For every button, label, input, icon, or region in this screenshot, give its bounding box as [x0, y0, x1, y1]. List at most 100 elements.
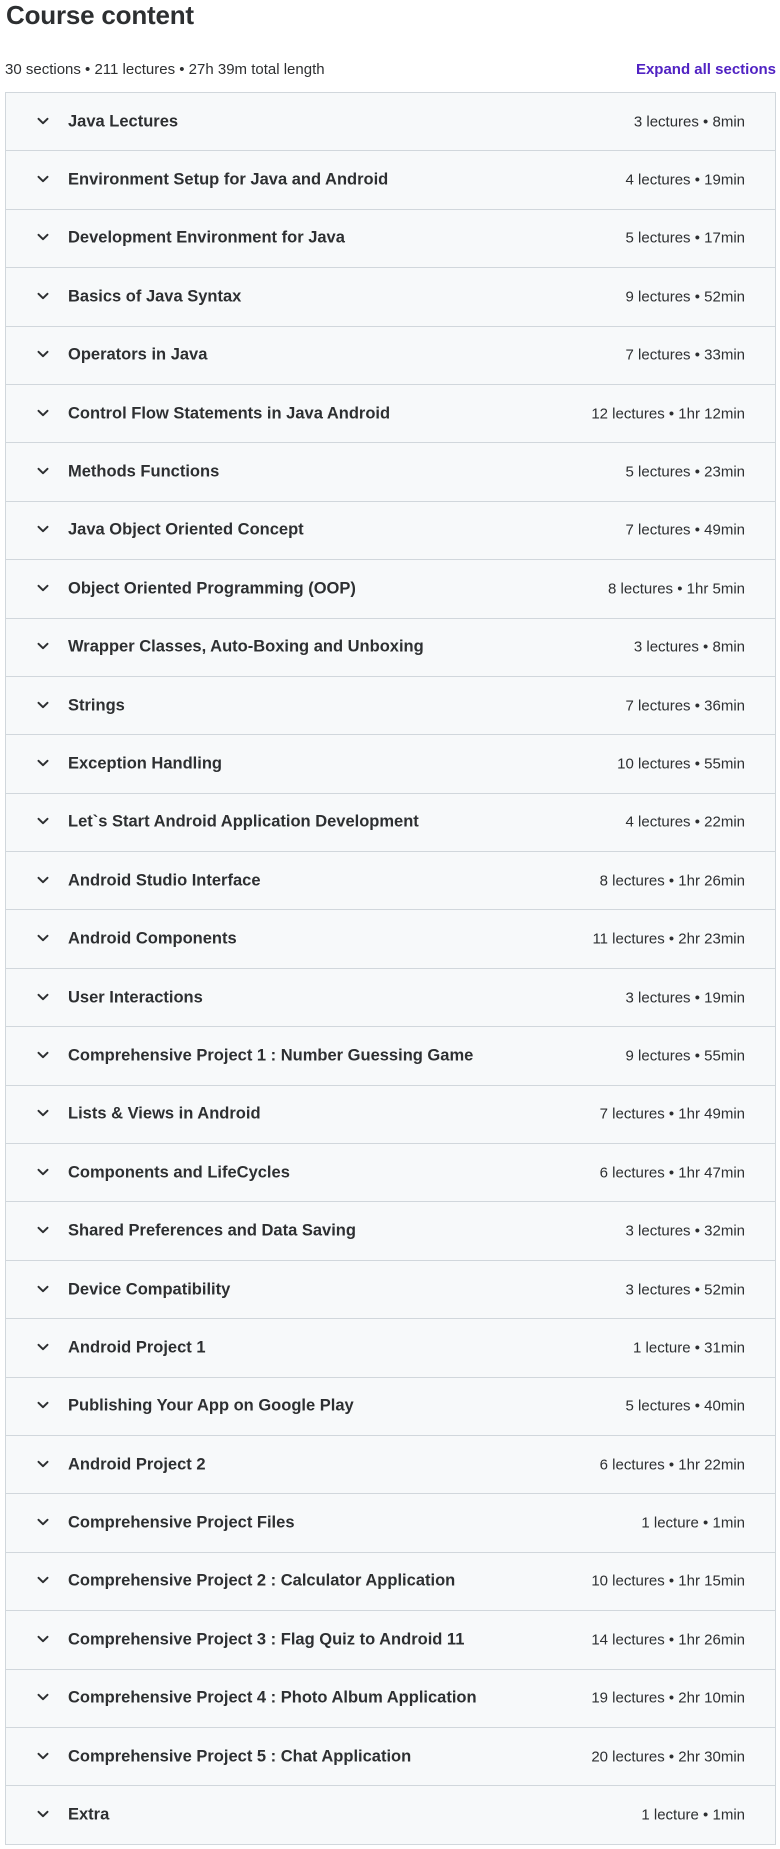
section-title: Comprehensive Project Files — [68, 1513, 295, 1532]
section-title: Extra — [68, 1805, 110, 1824]
chevron-down-icon — [37, 757, 49, 769]
section-lecture-count: 10 lectures • 1hr 15min — [591, 1572, 745, 1590]
section-lecture-count: 9 lectures • 55min — [625, 1047, 745, 1065]
section-title: Components and LifeCycles — [68, 1163, 290, 1182]
course-summary: 30 sections • 211 lectures • 27h 39m tot… — [5, 61, 325, 78]
chevron-down-icon — [37, 1399, 49, 1411]
section-lecture-count: 9 lectures • 52min — [625, 288, 745, 306]
section-lecture-count: 5 lectures • 40min — [625, 1397, 745, 1415]
section-lecture-count: 20 lectures • 2hr 30min — [591, 1748, 745, 1766]
section-title: Android Components — [68, 929, 237, 948]
section-title: Object Oriented Programming (OOP) — [68, 579, 356, 598]
section-lecture-count: 10 lectures • 55min — [617, 755, 745, 773]
section-header[interactable]: Extra 1 lecture • 1min — [6, 1786, 775, 1845]
section-header[interactable]: Shared Preferences and Data Saving 3 lect… — [6, 1202, 775, 1261]
section-header[interactable]: Operators in Java 7 lectures • 33min — [6, 326, 775, 385]
section-title: Exception Handling — [68, 754, 223, 773]
section-lecture-count: 7 lectures • 33min — [625, 346, 745, 364]
chevron-down-icon — [37, 815, 49, 827]
chevron-down-icon — [37, 1691, 49, 1703]
section-header[interactable]: Lists & Views in Android 7 lectures • 1hr… — [6, 1085, 775, 1145]
chevron-down-icon — [37, 1166, 49, 1178]
section-header[interactable]: Components and LifeCycles 6 lectures • 1h… — [6, 1144, 775, 1203]
chevron-down-icon — [37, 1224, 49, 1236]
chevron-down-icon — [37, 290, 49, 302]
chevron-down-icon — [37, 874, 49, 886]
section-lecture-count: 7 lectures • 1hr 49min — [599, 1105, 745, 1123]
section-title: Java Object Oriented Concept — [68, 520, 304, 539]
chevron-down-icon — [37, 1633, 49, 1645]
section-header[interactable]: Let`s Start Android Application Developm… — [6, 793, 775, 853]
section-header[interactable]: Comprehensive Project 3 : Flag Quiz to A… — [6, 1611, 775, 1670]
section-lecture-count: 14 lectures • 1hr 26min — [591, 1631, 745, 1649]
section-header[interactable]: Strings 7 lectures • 36min — [6, 676, 775, 736]
section-title: Let`s Start Android Application Developm… — [68, 812, 419, 831]
chevron-down-icon — [37, 465, 49, 477]
section-header[interactable]: Methods Functions 5 lectures • 23min — [6, 443, 775, 502]
section-header[interactable]: Comprehensive Project 4 : Photo Album Ap… — [6, 1669, 775, 1728]
section-lecture-count: 3 lectures • 8min — [633, 113, 745, 131]
chevron-down-icon — [37, 115, 49, 127]
section-header[interactable]: Java Object Oriented Concept 7 lectures •… — [6, 501, 775, 561]
chevron-down-icon — [37, 582, 49, 594]
section-lecture-count: 3 lectures • 32min — [625, 1222, 745, 1240]
section-header[interactable]: Basics of Java Syntax 9 lectures • 52min — [6, 268, 775, 327]
chevron-down-icon — [37, 1458, 49, 1470]
section-lecture-count: 7 lectures • 36min — [625, 697, 745, 715]
section-header[interactable]: Publishing Your App on Google Play 5 lect… — [6, 1377, 775, 1436]
section-header[interactable]: Java Lectures 3 lectures • 8min — [6, 93, 775, 152]
section-header[interactable]: Exception Handling 10 lectures • 55min — [6, 735, 775, 794]
section-header[interactable]: Comprehensive Project 1 : Number Guessin… — [6, 1027, 775, 1086]
section-header[interactable]: Android Components 11 lectures • 2hr 23mi… — [6, 910, 775, 969]
section-lecture-count: 6 lectures • 1hr 22min — [599, 1456, 745, 1474]
section-lecture-count: 11 lectures • 2hr 23min — [592, 930, 745, 948]
chevron-down-icon — [37, 1049, 49, 1061]
section-header[interactable]: User Interactions 3 lectures • 19min — [6, 968, 775, 1028]
chevron-down-icon — [37, 699, 49, 711]
section-title: Basics of Java Syntax — [68, 287, 242, 306]
section-header[interactable]: Device Compatibility 3 lectures • 52min — [6, 1260, 775, 1320]
section-lecture-count: 3 lectures • 19min — [625, 989, 745, 1007]
section-title: Comprehensive Project 4 : Photo Album Ap… — [68, 1688, 477, 1707]
section-title: Comprehensive Project 2 : Calculator App… — [68, 1571, 456, 1590]
sections-accordion: Java Lectures 3 lectures • 8min Environmen… — [5, 92, 776, 1845]
section-header[interactable]: Android Project 1 1 lecture • 31min — [6, 1319, 775, 1378]
section-lecture-count: 5 lectures • 17min — [625, 229, 745, 247]
chevron-down-icon — [37, 407, 49, 419]
chevron-down-icon — [37, 991, 49, 1003]
chevron-down-icon — [37, 1516, 49, 1528]
section-title: Shared Preferences and Data Saving — [68, 1221, 356, 1240]
section-lecture-count: 8 lectures • 1hr 5min — [608, 580, 745, 598]
section-header[interactable]: Comprehensive Project Files 1 lecture • 1… — [6, 1494, 775, 1553]
chevron-down-icon — [37, 173, 49, 185]
chevron-down-icon — [37, 523, 49, 535]
chevron-down-icon — [37, 1808, 49, 1820]
section-lecture-count: 1 lecture • 1min — [641, 1514, 745, 1532]
section-lecture-count: 1 lecture • 31min — [633, 1339, 745, 1357]
section-title: Android Project 1 — [68, 1338, 206, 1357]
section-lecture-count: 6 lectures • 1hr 47min — [599, 1164, 745, 1182]
section-header[interactable]: Android Project 2 6 lectures • 1hr 22min — [6, 1435, 775, 1495]
section-header[interactable]: Android Studio Interface 8 lectures • 1hr… — [6, 852, 775, 911]
section-lecture-count: 4 lectures • 22min — [625, 813, 745, 831]
section-title: Wrapper Classes, Auto-Boxing and Unboxin… — [68, 637, 424, 656]
section-header[interactable]: Wrapper Classes, Auto-Boxing and Unboxin… — [6, 618, 775, 677]
section-title: Comprehensive Project 5 : Chat Applicati… — [68, 1747, 412, 1766]
section-title: Android Studio Interface — [68, 871, 261, 890]
chevron-down-icon — [37, 1107, 49, 1119]
section-header[interactable]: Object Oriented Programming (OOP) 8 lectu… — [6, 560, 775, 619]
section-header[interactable]: Comprehensive Project 2 : Calculator App… — [6, 1552, 775, 1612]
chevron-down-icon — [37, 1574, 49, 1586]
section-lecture-count: 5 lectures • 23min — [625, 463, 745, 481]
section-title: Android Project 2 — [68, 1455, 206, 1474]
section-title: Comprehensive Project 1 : Number Guessin… — [68, 1046, 474, 1065]
chevron-down-icon — [37, 932, 49, 944]
course-summary-bar: 30 sections • 211 lectures • 27h 39m tot… — [5, 60, 776, 80]
section-header[interactable]: Development Environment for Java 5 lectur… — [6, 209, 775, 269]
expand-all-sections-button[interactable]: Expand all sections — [636, 60, 776, 80]
section-header[interactable]: Comprehensive Project 5 : Chat Applicati… — [6, 1727, 775, 1787]
section-header[interactable]: Control Flow Statements in Java Android 1… — [6, 384, 775, 444]
chevron-down-icon — [37, 1283, 49, 1295]
section-header[interactable]: Environment Setup for Java and Android 4 … — [6, 151, 775, 210]
chevron-down-icon — [37, 1750, 49, 1762]
